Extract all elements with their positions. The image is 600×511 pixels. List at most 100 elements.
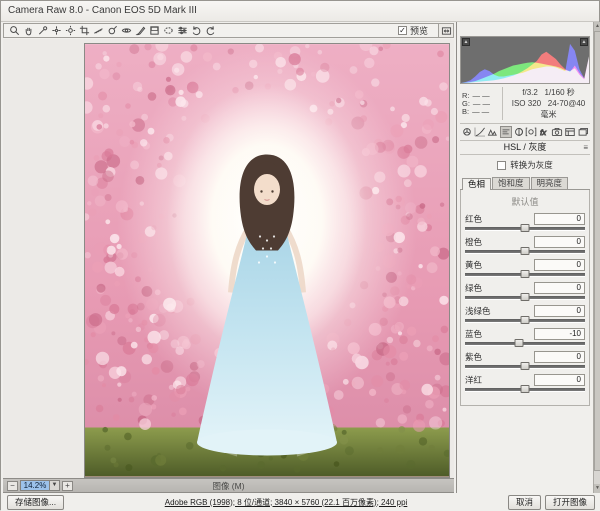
photo-preview[interactable] — [84, 43, 450, 478]
slider-track[interactable] — [465, 316, 585, 324]
zoom-tool[interactable] — [7, 24, 21, 37]
crop-tool[interactable] — [77, 24, 91, 37]
panel-tab-tone-curve[interactable] — [474, 126, 486, 138]
color-sampler-tool[interactable] — [49, 24, 63, 37]
rotate-right-tool[interactable] — [203, 24, 217, 37]
toolbar: ✓ 预览 — [3, 23, 454, 38]
panel-tab-basic[interactable] — [461, 126, 473, 138]
slider-track[interactable] — [465, 293, 585, 301]
panel-tab-detail[interactable] — [487, 126, 499, 138]
default-values-link[interactable]: 默认值 — [465, 195, 585, 208]
basic-icon — [463, 128, 471, 136]
slider-thumb[interactable] — [514, 339, 524, 347]
slider-value-box[interactable]: 0 — [534, 374, 585, 386]
convert-grayscale-checkbox[interactable] — [497, 160, 507, 170]
panel-tab-hsl-grayscale[interactable] — [499, 126, 512, 138]
cancel-button[interactable]: 取消 — [507, 494, 541, 510]
graduated-filter-tool[interactable] — [147, 24, 161, 37]
zoom-in-button[interactable]: + — [62, 480, 73, 491]
slider-track[interactable] — [465, 224, 585, 232]
subtab-色相[interactable]: 色相 — [462, 178, 492, 190]
preview-toggle[interactable]: ✓ 预览 — [397, 24, 428, 37]
slider-track[interactable] — [465, 270, 585, 278]
rgb-row: B: — — — [462, 107, 498, 116]
spot-removal-tool[interactable] — [105, 24, 119, 37]
slider-value-box[interactable]: -10 — [534, 328, 585, 340]
radial-filter-tool[interactable] — [161, 24, 175, 37]
slider-thumb[interactable] — [520, 224, 530, 232]
image-info: R: — — G: — — B: — — f/3.2 1/160 秒 ISO 320 24… — [460, 84, 590, 124]
hand-icon — [25, 27, 31, 36]
slider-value-box[interactable]: 0 — [534, 305, 585, 317]
subtab-明亮度[interactable]: 明亮度 — [530, 177, 569, 189]
rgb-readout: R: — — G: — — B: — — — [462, 91, 498, 116]
workflow-options-link[interactable]: Adobe RGB (1998); 8 位/通道; 3840 × 5760 (2… — [68, 497, 504, 508]
preview-canvas[interactable] — [3, 39, 454, 478]
panel-tab-camera-calibration[interactable] — [551, 126, 563, 138]
slider-value-box[interactable]: 0 — [534, 259, 585, 271]
fullscreen-toggle-button[interactable] — [438, 23, 454, 38]
slider-value-box[interactable]: 0 — [534, 236, 585, 248]
hsl-slider-黄色: 黄色 0 — [465, 259, 585, 278]
slider-label: 绿色 — [465, 283, 483, 293]
targeted-adjustment-tool[interactable] — [63, 24, 77, 37]
slider-thumb[interactable] — [520, 385, 530, 393]
panel-tab-presets[interactable] — [564, 126, 576, 138]
adjustment-brush-tool[interactable] — [133, 24, 147, 37]
hsl-slider-洋红: 洋红 0 — [465, 374, 585, 393]
slider-value-box[interactable]: 0 — [534, 282, 585, 294]
slider-thumb[interactable] — [520, 293, 530, 301]
white-balance-tool[interactable] — [35, 24, 49, 37]
crop-icon — [79, 25, 89, 36]
preview-label: 预览 — [409, 26, 428, 36]
subtab-饱和度[interactable]: 饱和度 — [492, 177, 530, 189]
scroll-down-arrow-icon[interactable]: ▼ — [594, 484, 600, 493]
slider-track[interactable] — [465, 385, 585, 393]
highlight-clipping-indicator[interactable]: ▲ — [580, 38, 588, 46]
save-image-button[interactable]: 存储图像... — [7, 494, 65, 510]
preferences-tool[interactable] — [175, 24, 189, 37]
slider-thumb[interactable] — [520, 316, 530, 324]
hand-tool[interactable] — [21, 24, 35, 37]
slider-label: 洋红 — [465, 375, 483, 385]
zoom-level-select[interactable]: 14.2% ▼ — [20, 480, 60, 491]
slider-thumb[interactable] — [520, 362, 530, 370]
hsl-slider-红色: 红色 0 — [465, 213, 585, 232]
zoom-out-button[interactable]: − — [7, 480, 18, 491]
histogram-plot — [461, 43, 589, 83]
exif-iso: ISO 320 — [511, 99, 542, 108]
panel-tab-snapshots[interactable] — [577, 126, 589, 138]
open-image-button[interactable]: 打开图像 — [544, 494, 595, 510]
exif-readout: f/3.2 1/160 秒 ISO 320 24-70@40 毫米 — [507, 87, 590, 120]
slider-track[interactable] — [465, 247, 585, 255]
slider-value-box[interactable]: 0 — [534, 213, 585, 225]
scrollbar-thumb[interactable] — [594, 31, 600, 471]
slider-value-box[interactable]: 0 — [534, 351, 585, 363]
snapshots-icon — [578, 128, 588, 136]
panel-scrollbar[interactable]: ▲ ▼ — [593, 22, 600, 493]
panel-menu-icon[interactable]: ≡ — [583, 143, 588, 152]
slider-thumb[interactable] — [520, 270, 530, 278]
zoom-status-bar: − 14.2% ▼ + 图像 (M) — [3, 478, 454, 493]
preview-checkbox[interactable]: ✓ — [397, 26, 407, 35]
title-bar: Camera Raw 8.0 - Canon EOS 5D Mark III — [1, 1, 599, 22]
adjustments-panel: ▲ ▲ R: — — G: — — B: — — f/3.2 1/160 秒 ISO 32… — [456, 22, 593, 493]
zoom-icon — [9, 26, 19, 36]
panel-tab-lens-corrections[interactable] — [525, 126, 537, 138]
rotate-left-tool[interactable] — [189, 24, 203, 37]
slider-label: 橙色 — [465, 237, 483, 247]
info-divider — [502, 87, 503, 120]
panel-tab-effects[interactable]: fx — [538, 126, 550, 138]
zoom-dropdown-arrow-icon[interactable]: ▼ — [49, 481, 59, 490]
straighten-tool[interactable] — [91, 24, 105, 37]
red-eye-tool[interactable] — [119, 24, 133, 37]
scroll-up-arrow-icon[interactable]: ▲ — [594, 22, 600, 31]
tools-group — [7, 24, 217, 37]
shadow-clipping-indicator[interactable]: ▲ — [462, 38, 470, 46]
slider-track[interactable] — [465, 339, 585, 347]
slider-track[interactable] — [465, 362, 585, 370]
lens-corrections-icon — [526, 127, 537, 137]
exif-lens: 24-70@40 毫米 — [540, 99, 586, 119]
panel-tab-split-toning[interactable] — [513, 126, 525, 138]
slider-thumb[interactable] — [520, 247, 530, 255]
